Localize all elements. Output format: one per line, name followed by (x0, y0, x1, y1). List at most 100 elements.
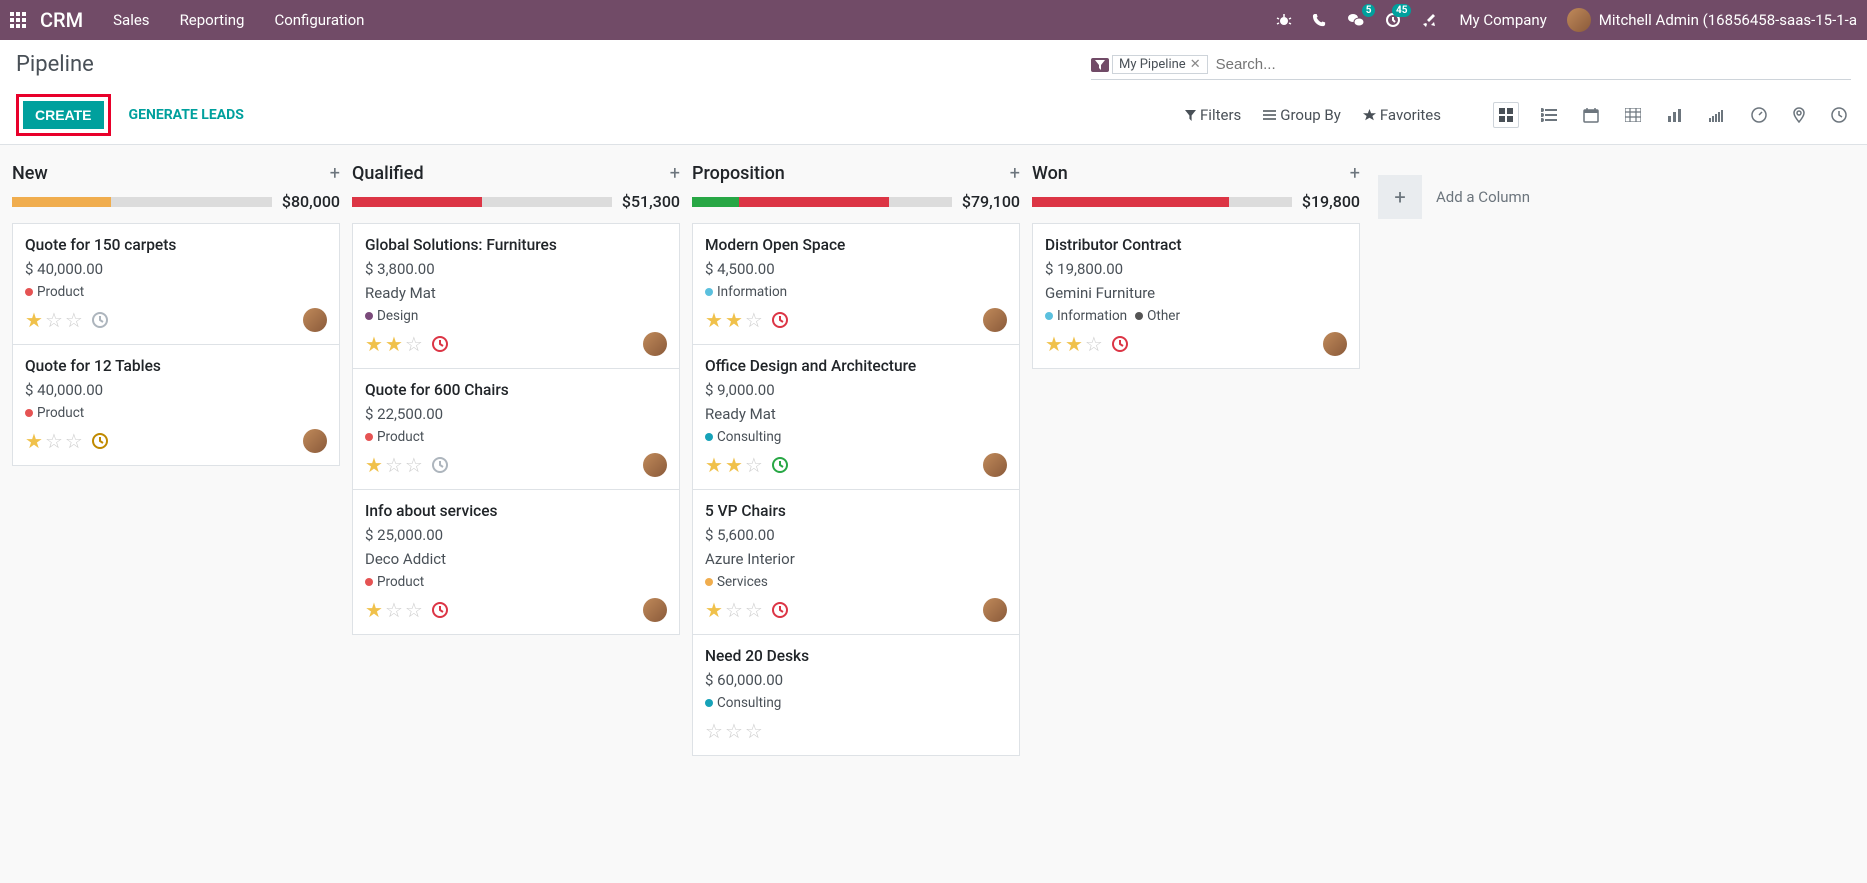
activity-clock-icon[interactable] (771, 456, 789, 474)
activity-view-icon[interactable] (1827, 103, 1851, 127)
priority-stars[interactable]: ★★☆ (1045, 332, 1103, 356)
activity-clock-icon[interactable] (431, 456, 449, 474)
create-highlight: CREATE (16, 94, 111, 136)
activity-clock-icon[interactable] (771, 601, 789, 619)
column-title[interactable]: Proposition (692, 163, 785, 184)
activity-clock-icon[interactable] (1111, 335, 1129, 353)
column-title[interactable]: Qualified (352, 163, 424, 184)
menu-reporting[interactable]: Reporting (180, 11, 245, 29)
assignee-avatar[interactable] (983, 308, 1007, 332)
assignee-avatar[interactable] (643, 598, 667, 622)
bug-icon[interactable] (1276, 12, 1292, 28)
calendar-view-icon[interactable] (1579, 103, 1603, 127)
card-customer: Azure Interior (705, 550, 1007, 568)
assignee-avatar[interactable] (983, 453, 1007, 477)
kanban-card[interactable]: Distributor Contract $ 19,800.00 Gemini … (1032, 223, 1360, 369)
kanban-card[interactable]: Office Design and Architecture $ 9,000.0… (692, 344, 1020, 490)
tools-icon[interactable] (1421, 12, 1437, 28)
user-menu[interactable]: Mitchell Admin (16856458-saas-15-1-a (1567, 8, 1857, 32)
priority-stars[interactable]: ★☆☆ (365, 453, 423, 477)
groupby-button[interactable]: Group By (1263, 106, 1341, 124)
activity-clock-icon[interactable] (431, 601, 449, 619)
progress-bar[interactable] (352, 197, 612, 207)
priority-stars[interactable]: ★☆☆ (25, 429, 83, 453)
plus-icon[interactable]: + (1378, 175, 1422, 219)
progress-bar[interactable] (1032, 197, 1292, 207)
card-title: Distributor Contract (1045, 236, 1347, 254)
kanban-card[interactable]: Need 20 Desks $ 60,000.00 Consulting ☆☆☆ (692, 634, 1020, 756)
card-amount: $ 25,000.00 (365, 526, 667, 544)
kanban-card[interactable]: Global Solutions: Furnitures $ 3,800.00 … (352, 223, 680, 369)
assignee-avatar[interactable] (983, 598, 1007, 622)
kanban-card[interactable]: 5 VP Chairs $ 5,600.00 Azure Interior Se… (692, 489, 1020, 635)
card-amount: $ 22,500.00 (365, 405, 667, 423)
brand[interactable]: CRM (40, 8, 83, 32)
card-tag: Information (705, 284, 787, 300)
kanban-card[interactable]: Info about services $ 25,000.00 Deco Add… (352, 489, 680, 635)
assignee-avatar[interactable] (303, 308, 327, 332)
card-amount: $ 4,500.00 (705, 260, 1007, 278)
progress-bar[interactable] (692, 197, 952, 207)
priority-stars[interactable]: ★☆☆ (365, 598, 423, 622)
search-input[interactable] (1208, 52, 1851, 77)
generate-leads-button[interactable]: GENERATE LEADS (129, 107, 244, 123)
cohort-view-icon[interactable] (1705, 104, 1729, 126)
messages-badge: 5 (1362, 4, 1376, 17)
avatar (1567, 8, 1591, 32)
quick-add-icon[interactable]: + (1010, 163, 1020, 184)
kanban-board: New + $80,000 Quote for 150 carpets $ 40… (0, 145, 1867, 773)
assignee-avatar[interactable] (643, 453, 667, 477)
priority-stars[interactable]: ★★☆ (705, 308, 763, 332)
quick-add-icon[interactable]: + (1350, 163, 1360, 184)
graph-view-icon[interactable] (1663, 104, 1687, 126)
menu-configuration[interactable]: Configuration (274, 11, 364, 29)
kanban-card[interactable]: Quote for 150 carpets $ 40,000.00 Produc… (12, 223, 340, 345)
close-icon[interactable]: ✕ (1190, 57, 1201, 72)
apps-icon[interactable] (10, 12, 26, 28)
activity-clock-icon[interactable] (91, 432, 109, 450)
create-button[interactable]: CREATE (23, 101, 104, 129)
kanban-card[interactable]: Quote for 12 Tables $ 40,000.00 Product … (12, 344, 340, 466)
filters-button[interactable]: Filters (1185, 106, 1241, 124)
kanban-card[interactable]: Modern Open Space $ 4,500.00 Information… (692, 223, 1020, 345)
card-title: 5 VP Chairs (705, 502, 1007, 520)
dashboard-view-icon[interactable] (1747, 103, 1771, 127)
assignee-avatar[interactable] (643, 332, 667, 356)
company-selector[interactable]: My Company (1459, 11, 1546, 29)
card-customer: Ready Mat (365, 284, 667, 302)
search-bar[interactable]: My Pipeline✕ (1091, 52, 1851, 80)
priority-stars[interactable]: ★☆☆ (25, 308, 83, 332)
pivot-view-icon[interactable] (1621, 104, 1645, 126)
card-title: Info about services (365, 502, 667, 520)
messages-icon[interactable]: 5 (1347, 12, 1365, 28)
assignee-avatar[interactable] (303, 429, 327, 453)
column-title[interactable]: Won (1032, 163, 1068, 184)
page-title: Pipeline (16, 52, 94, 77)
card-title: Global Solutions: Furnitures (365, 236, 667, 254)
map-view-icon[interactable] (1789, 103, 1809, 127)
quick-add-icon[interactable]: + (670, 163, 680, 184)
progress-bar[interactable] (12, 197, 272, 207)
priority-stars[interactable]: ★☆☆ (705, 598, 763, 622)
card-amount: $ 3,800.00 (365, 260, 667, 278)
priority-stars[interactable]: ☆☆☆ (705, 719, 763, 743)
favorites-button[interactable]: Favorites (1363, 106, 1441, 124)
add-column[interactable]: + Add a Column (1366, 163, 1566, 231)
priority-stars[interactable]: ★★☆ (365, 332, 423, 356)
quick-add-icon[interactable]: + (330, 163, 340, 184)
filter-tag[interactable]: My Pipeline✕ (1112, 55, 1208, 74)
phone-icon[interactable] (1312, 13, 1327, 28)
activity-icon[interactable]: 45 (1385, 12, 1401, 28)
add-column-label: Add a Column (1436, 188, 1530, 206)
kanban-card[interactable]: Quote for 600 Chairs $ 22,500.00 Product… (352, 368, 680, 490)
priority-stars[interactable]: ★★☆ (705, 453, 763, 477)
card-amount: $ 40,000.00 (25, 381, 327, 399)
menu-sales[interactable]: Sales (113, 11, 149, 29)
activity-clock-icon[interactable] (91, 311, 109, 329)
activity-clock-icon[interactable] (431, 335, 449, 353)
column-title[interactable]: New (12, 163, 48, 184)
assignee-avatar[interactable] (1323, 332, 1347, 356)
kanban-view-icon[interactable] (1493, 102, 1519, 128)
list-view-icon[interactable] (1537, 104, 1561, 126)
activity-clock-icon[interactable] (771, 311, 789, 329)
